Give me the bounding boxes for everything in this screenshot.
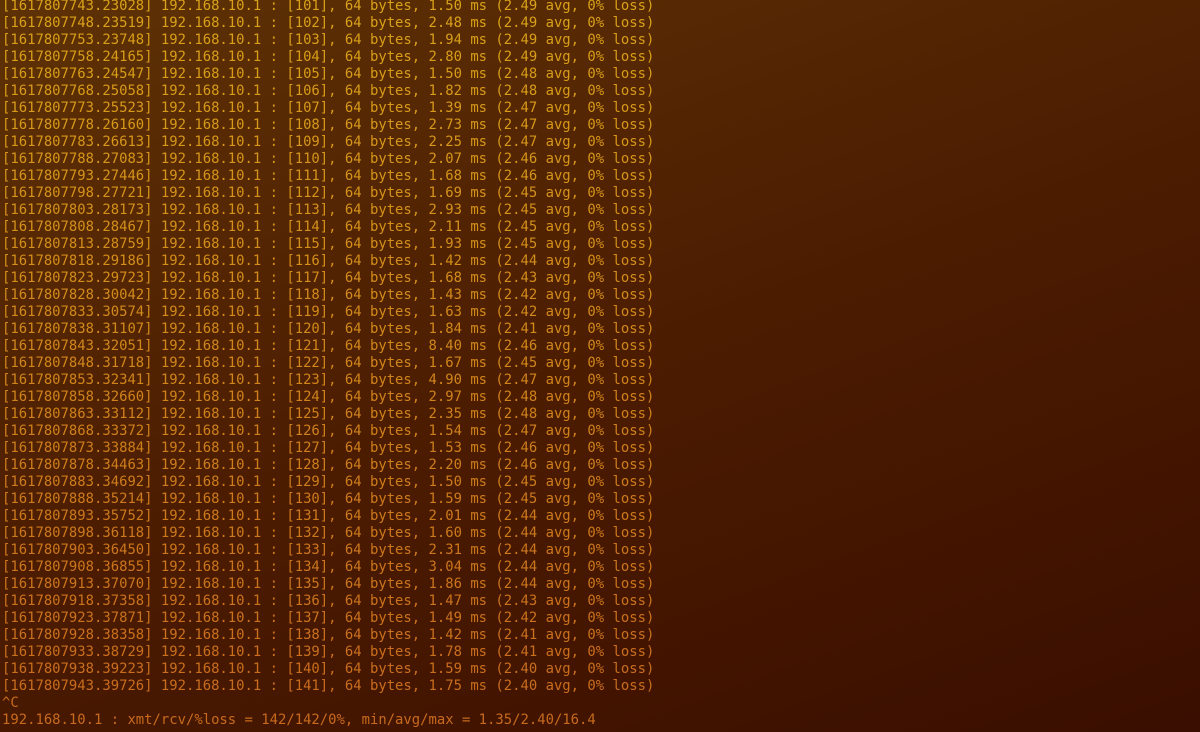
ping-result-line: [1617807803.28173] 192.168.10.1 : [113],… bbox=[2, 202, 655, 218]
ping-result-line: [1617807823.29723] 192.168.10.1 : [117],… bbox=[2, 270, 655, 286]
ping-summary-line: 192.168.10.1 : xmt/rcv/%loss = 142/142/0… bbox=[2, 712, 596, 728]
ping-result-line: [1617807773.25523] 192.168.10.1 : [107],… bbox=[2, 100, 655, 116]
ping-result-line: [1617807813.28759] 192.168.10.1 : [115],… bbox=[2, 236, 655, 252]
ping-result-line: [1617807883.34692] 192.168.10.1 : [129],… bbox=[2, 474, 655, 490]
ping-result-line: [1617807863.33112] 192.168.10.1 : [125],… bbox=[2, 406, 655, 422]
ping-result-line: [1617807853.32341] 192.168.10.1 : [123],… bbox=[2, 372, 655, 388]
ping-result-line: [1617807928.38358] 192.168.10.1 : [138],… bbox=[2, 627, 655, 643]
ping-result-line: [1617807908.36855] 192.168.10.1 : [134],… bbox=[2, 559, 655, 575]
ping-result-line: [1617807743.23028] 192.168.10.1 : [101],… bbox=[2, 0, 655, 14]
ping-result-line: [1617807918.37358] 192.168.10.1 : [136],… bbox=[2, 593, 655, 609]
ping-result-line: [1617807828.30042] 192.168.10.1 : [118],… bbox=[2, 287, 655, 303]
ping-result-line: [1617807893.35752] 192.168.10.1 : [131],… bbox=[2, 508, 655, 524]
ping-result-line: [1617807888.35214] 192.168.10.1 : [130],… bbox=[2, 491, 655, 507]
ping-result-line: [1617807768.25058] 192.168.10.1 : [106],… bbox=[2, 83, 655, 99]
ping-result-line: [1617807933.38729] 192.168.10.1 : [139],… bbox=[2, 644, 655, 660]
ping-result-line: [1617807868.33372] 192.168.10.1 : [126],… bbox=[2, 423, 655, 439]
ping-result-line: [1617807818.29186] 192.168.10.1 : [116],… bbox=[2, 253, 655, 269]
ping-result-line: [1617807858.32660] 192.168.10.1 : [124],… bbox=[2, 389, 655, 405]
ping-result-line: [1617807848.31718] 192.168.10.1 : [122],… bbox=[2, 355, 655, 371]
ping-result-line: [1617807938.39223] 192.168.10.1 : [140],… bbox=[2, 661, 655, 677]
ping-result-line: [1617807798.27721] 192.168.10.1 : [112],… bbox=[2, 185, 655, 201]
terminal-output[interactable]: [1617807743.23028] 192.168.10.1 : [101],… bbox=[2, 0, 1198, 730]
ping-result-line: [1617807873.33884] 192.168.10.1 : [127],… bbox=[2, 440, 655, 456]
ping-result-line: [1617807833.30574] 192.168.10.1 : [119],… bbox=[2, 304, 655, 320]
ping-result-line: [1617807748.23519] 192.168.10.1 : [102],… bbox=[2, 15, 655, 31]
ping-result-line: [1617807788.27083] 192.168.10.1 : [110],… bbox=[2, 151, 655, 167]
ping-result-line: [1617807763.24547] 192.168.10.1 : [105],… bbox=[2, 66, 655, 82]
ping-result-line: [1617807778.26160] 192.168.10.1 : [108],… bbox=[2, 117, 655, 133]
ping-result-line: [1617807943.39726] 192.168.10.1 : [141],… bbox=[2, 678, 655, 694]
ping-result-line: [1617807843.32051] 192.168.10.1 : [121],… bbox=[2, 338, 655, 354]
ping-result-line: [1617807913.37070] 192.168.10.1 : [135],… bbox=[2, 576, 655, 592]
ping-result-line: [1617807793.27446] 192.168.10.1 : [111],… bbox=[2, 168, 655, 184]
ping-result-line: [1617807898.36118] 192.168.10.1 : [132],… bbox=[2, 525, 655, 541]
ping-result-line: [1617807758.24165] 192.168.10.1 : [104],… bbox=[2, 49, 655, 65]
ping-result-line: [1617807923.37871] 192.168.10.1 : [137],… bbox=[2, 610, 655, 626]
ping-result-line: [1617807783.26613] 192.168.10.1 : [109],… bbox=[2, 134, 655, 150]
ping-result-line: [1617807753.23748] 192.168.10.1 : [103],… bbox=[2, 32, 655, 48]
ping-result-line: [1617807838.31107] 192.168.10.1 : [120],… bbox=[2, 321, 655, 337]
ping-result-line: [1617807903.36450] 192.168.10.1 : [133],… bbox=[2, 542, 655, 558]
interrupt-line: ^C bbox=[2, 695, 19, 711]
ping-result-line: [1617807878.34463] 192.168.10.1 : [128],… bbox=[2, 457, 655, 473]
ping-result-line: [1617807808.28467] 192.168.10.1 : [114],… bbox=[2, 219, 655, 235]
